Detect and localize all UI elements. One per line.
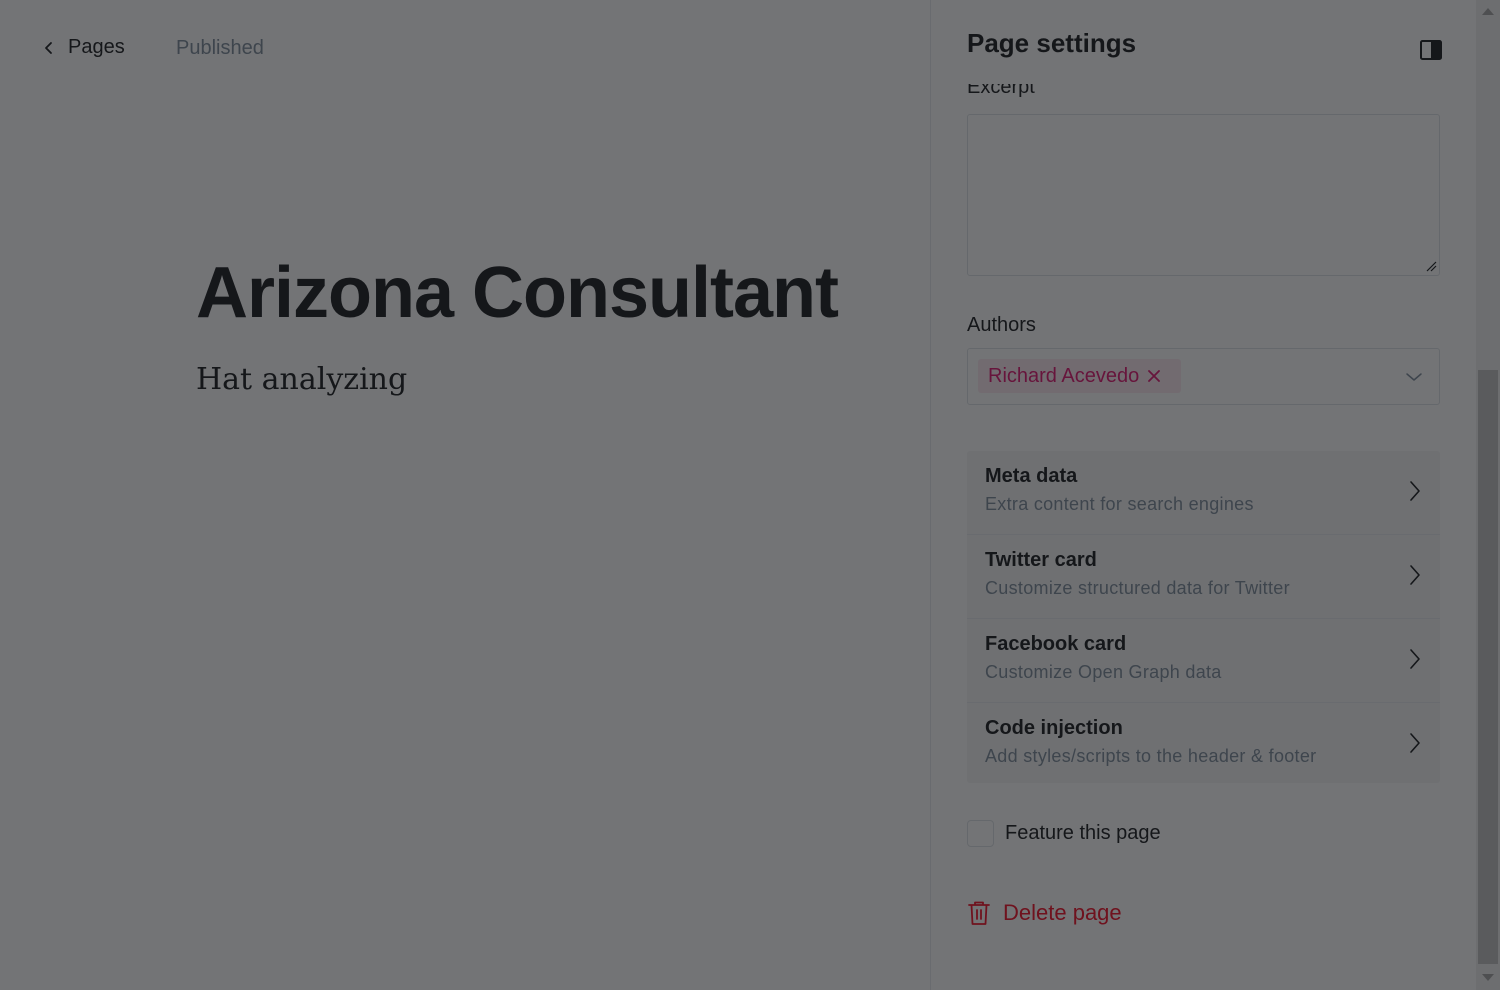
back-link-label: Pages (68, 36, 125, 58)
authors-select[interactable]: Richard Acevedo (967, 348, 1440, 405)
author-token-name: Richard Acevedo (988, 364, 1140, 387)
excerpt-label: Excerpt (967, 84, 1035, 98)
nav-item-description: Extra content for search engines (985, 494, 1254, 514)
chevron-right-icon (1410, 733, 1420, 753)
editor-topbar: Pages Published (0, 0, 930, 98)
author-token[interactable]: Richard Acevedo (978, 359, 1182, 393)
feature-label: Feature this page (1005, 822, 1161, 844)
delete-page-label: Delete page (1003, 900, 1122, 925)
resize-handle-icon[interactable] (1425, 260, 1437, 272)
nav-item-description: Customize Open Graph data (985, 662, 1222, 682)
feature-checkbox[interactable] (967, 820, 994, 847)
nav-item-description: Customize structured data for Twitter (985, 578, 1290, 598)
page-title[interactable]: Arizona Consultant (196, 252, 839, 334)
delete-page-button[interactable]: Delete page (967, 900, 1122, 926)
nav-item-title: Code injection (985, 717, 1123, 739)
scroll-down-icon[interactable] (1482, 974, 1494, 981)
chevron-left-icon (45, 41, 52, 54)
chevron-right-icon (1410, 481, 1420, 501)
sidebar-toggle-icon[interactable] (1419, 38, 1443, 62)
close-icon[interactable] (1147, 369, 1161, 383)
scrollbar[interactable] (1476, 0, 1500, 990)
nav-item-title: Twitter card (985, 549, 1097, 571)
scrollbar-thumb[interactable] (1478, 370, 1498, 964)
settings-nav-group: Meta data Extra content for search engin… (967, 451, 1440, 783)
chevron-right-icon (1410, 649, 1420, 669)
nav-item-title: Meta data (985, 465, 1078, 487)
editor-canvas: Pages Published Arizona Consultant Hat a… (0, 0, 930, 990)
chevron-down-icon (1406, 373, 1422, 381)
page-excerpt[interactable]: Hat analyzing (196, 362, 407, 397)
nav-item-meta-data[interactable]: Meta data Extra content for search engin… (967, 451, 1440, 535)
chevron-right-icon (1410, 565, 1420, 585)
nav-item-code-injection[interactable]: Code injection Add styles/scripts to the… (967, 703, 1440, 783)
back-to-pages-link[interactable]: Pages (42, 36, 125, 59)
nav-item-twitter-card[interactable]: Twitter card Customize structured data f… (967, 535, 1440, 619)
authors-label: Authors (967, 314, 1036, 336)
feature-page-toggle[interactable]: Feature this page (967, 820, 1161, 847)
nav-item-facebook-card[interactable]: Facebook card Customize Open Graph data (967, 619, 1440, 703)
excerpt-field[interactable] (967, 114, 1440, 276)
panel-title: Page settings (967, 28, 1137, 58)
publish-status: Published (176, 37, 264, 59)
nav-item-description: Add styles/scripts to the header & foote… (985, 746, 1317, 766)
page-settings-panel: Page settings Excerpt Authors Richard Ac… (930, 0, 1476, 990)
scroll-up-icon[interactable] (1482, 8, 1494, 15)
nav-item-title: Facebook card (985, 633, 1127, 655)
trash-icon (968, 901, 990, 925)
